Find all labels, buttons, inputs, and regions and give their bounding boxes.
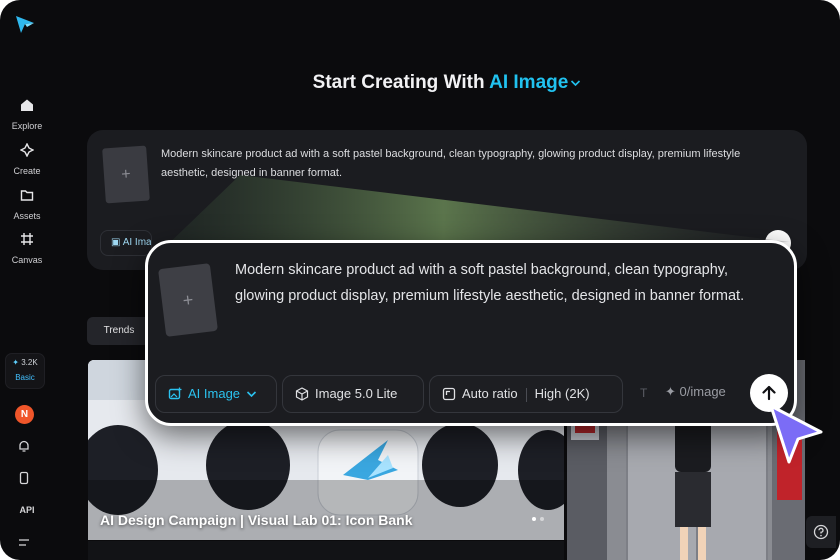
image-plus-icon: [168, 387, 182, 399]
sparkle-small-icon: ✦: [665, 384, 676, 399]
sidebar-item-label: Canvas: [11, 255, 43, 265]
gallery-row-next: [88, 541, 564, 560]
credits-badge[interactable]: ✦ 3.2K Basic: [5, 353, 45, 389]
home-icon: [21, 99, 33, 111]
bell-icon[interactable]: [17, 439, 31, 453]
ratio-quality-selector[interactable]: Auto ratio High (2K): [429, 375, 623, 413]
sidebar-item-assets[interactable]: Assets: [0, 188, 54, 224]
model-selector-label: Image 5.0 Lite: [315, 386, 398, 401]
sidebar-item-label: Create: [13, 166, 41, 176]
credits-cost: ✦ 0/image: [665, 384, 726, 400]
mode-selector[interactable]: AI Image: [489, 72, 581, 93]
add-reference-image-button[interactable]: +: [158, 263, 218, 337]
canvas-grid-icon: [21, 233, 33, 245]
carousel-dot[interactable]: [540, 517, 544, 521]
api-link[interactable]: API: [0, 505, 54, 515]
pointer-cursor-icon: [769, 404, 823, 464]
app-window: Explore Create Assets Canvas ✦ 3.2K Basi…: [0, 0, 840, 560]
help-icon: [813, 524, 829, 540]
page-title: Start Creating With AI Image: [54, 72, 840, 94]
mode-dropdown[interactable]: AI Image: [155, 375, 277, 413]
sidebar-item-explore[interactable]: Explore: [0, 98, 54, 134]
sidebar-item-label: Explore: [11, 121, 43, 131]
aspect-ratio-icon: [442, 387, 456, 400]
tab-trends[interactable]: Trends: [87, 317, 151, 345]
sparkle-small-icon: ✦: [12, 358, 19, 367]
folder-icon: [20, 190, 34, 201]
add-reference-image-button[interactable]: +: [102, 145, 150, 204]
credits-cost-label: 0/image: [679, 384, 726, 399]
page-title-prefix: Start Creating With: [312, 72, 485, 93]
featured-card-title: AI Design Campaign | Visual Lab 01: Icon…: [100, 512, 413, 528]
sidebar: Explore Create Assets Canvas ✦ 3.2K Basi…: [0, 0, 54, 560]
app-logo[interactable]: [14, 14, 36, 34]
plan-label: Basic: [15, 373, 35, 382]
menu-icon[interactable]: [17, 537, 31, 549]
sidebar-item-canvas[interactable]: Canvas: [0, 232, 54, 268]
sparkle-icon: [20, 143, 34, 157]
prompt-input[interactable]: Modern skincare product ad with a soft p…: [235, 257, 780, 309]
carousel-dots[interactable]: [528, 508, 544, 526]
credits-amount-row: ✦ 3.2K: [6, 358, 44, 367]
arrow-up-icon: [762, 385, 776, 401]
divider: [525, 387, 527, 402]
mode-dropdown-label: AI Image: [188, 386, 241, 401]
cube-icon: [295, 386, 309, 401]
sidebar-item-create[interactable]: Create: [0, 143, 54, 179]
text-icon[interactable]: T: [640, 386, 647, 400]
sidebar-item-label: Assets: [13, 211, 41, 221]
avatar[interactable]: N: [15, 405, 34, 424]
image-plus-icon: ▣: [111, 237, 121, 248]
model-selector[interactable]: Image 5.0 Lite: [282, 375, 424, 413]
chevron-down-icon: [246, 390, 257, 397]
phone-icon[interactable]: [17, 471, 31, 485]
quality-label: High (2K): [534, 386, 590, 401]
background-mode-chip-label: AI Image: [122, 237, 152, 248]
mode-selector-label: AI Image: [489, 72, 569, 93]
background-prompt-text: Modern skincare product ad with a soft p…: [161, 148, 741, 179]
background-mode-chip[interactable]: ▣ AI Image: [100, 230, 152, 256]
help-button[interactable]: [806, 516, 836, 548]
ratio-label: Auto ratio: [462, 386, 518, 401]
chevron-down-icon: [571, 80, 581, 87]
carousel-dot[interactable]: [532, 517, 536, 521]
credits-amount: 3.2K: [21, 358, 38, 367]
